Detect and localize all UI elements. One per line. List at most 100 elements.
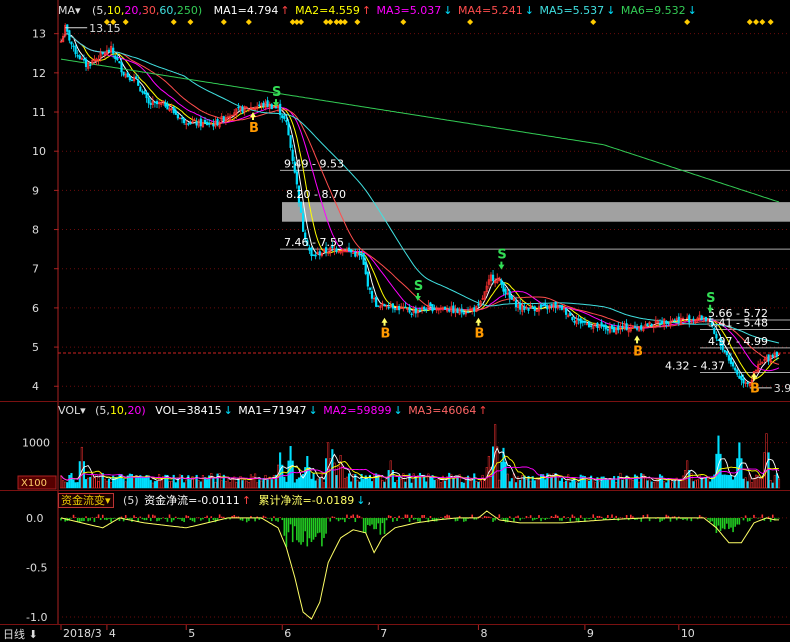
volume-bar[interactable] (245, 480, 248, 489)
candle-body[interactable] (775, 352, 779, 357)
flow-bar[interactable] (412, 517, 415, 520)
flow-bar[interactable] (185, 515, 188, 518)
volume-bar[interactable] (640, 473, 643, 489)
flow-bar[interactable] (613, 517, 615, 519)
candle-body[interactable] (172, 106, 175, 113)
volume-bar[interactable] (681, 475, 685, 489)
volume-bar[interactable] (709, 481, 712, 489)
volume-bar[interactable] (373, 473, 376, 489)
flow-bar[interactable] (730, 517, 732, 528)
volume-bar[interactable] (777, 478, 781, 489)
flow-bar[interactable] (183, 517, 185, 523)
candle-body[interactable] (143, 91, 146, 95)
volume-bar[interactable] (752, 477, 756, 489)
flow-bar[interactable] (135, 517, 137, 518)
flow-bar[interactable] (206, 515, 208, 518)
flow-bar[interactable] (444, 515, 446, 518)
volume-bar[interactable] (558, 480, 561, 489)
flow-bar[interactable] (193, 517, 196, 523)
flow-bar[interactable] (621, 517, 624, 519)
volume-bar[interactable] (677, 480, 680, 489)
flow-bar[interactable] (152, 514, 154, 518)
flow-bar[interactable] (596, 515, 599, 518)
flow-bar[interactable] (160, 517, 162, 520)
candle-body[interactable] (734, 367, 737, 371)
volume-bar[interactable] (729, 475, 733, 489)
volume-bar[interactable] (379, 475, 382, 489)
candle-body[interactable] (283, 115, 286, 119)
candle-body[interactable] (590, 325, 593, 328)
candle-body[interactable] (74, 46, 77, 55)
flow-bar[interactable] (300, 517, 302, 545)
candle-body[interactable] (504, 288, 507, 295)
flow-bar[interactable] (492, 517, 494, 522)
flow-bar[interactable] (200, 517, 202, 521)
volume-bar[interactable] (525, 478, 528, 489)
volume-bar[interactable] (648, 479, 651, 489)
volume-bar[interactable] (258, 479, 261, 489)
volume-bar[interactable] (295, 479, 298, 489)
flow-bar[interactable] (379, 517, 382, 535)
flow-bar[interactable] (488, 516, 490, 518)
flow-bar[interactable] (277, 517, 279, 522)
flow-bar[interactable] (559, 517, 561, 521)
flow-bar[interactable] (101, 514, 104, 518)
candle-body[interactable] (531, 307, 534, 309)
flow-bar[interactable] (567, 517, 569, 518)
candle-body[interactable] (404, 306, 407, 309)
flow-bar[interactable] (425, 517, 428, 519)
volume-bar[interactable] (383, 481, 386, 489)
flow-bar[interactable] (331, 516, 334, 518)
flow-bar[interactable] (711, 517, 714, 522)
flow-bar[interactable] (563, 516, 565, 518)
candle-body[interactable] (114, 55, 117, 59)
flow-bar[interactable] (588, 517, 590, 520)
candle-body[interactable] (729, 357, 733, 365)
candle-body[interactable] (550, 304, 553, 306)
volume-bar[interactable] (62, 480, 65, 489)
candle-body[interactable] (187, 123, 190, 125)
candle-body[interactable] (688, 315, 691, 323)
candle-body[interactable] (398, 306, 401, 311)
volume-bar[interactable] (694, 479, 697, 489)
flow-bar[interactable] (625, 515, 628, 518)
flow-bar[interactable] (83, 517, 85, 522)
volume-bar[interactable] (638, 481, 641, 489)
volume-bar[interactable] (356, 479, 359, 489)
candle-body[interactable] (613, 326, 616, 333)
flow-bar[interactable] (202, 517, 204, 520)
candle-body[interactable] (606, 328, 609, 331)
flow-bar[interactable] (141, 517, 144, 520)
flow-bar[interactable] (218, 514, 221, 518)
volume-bar[interactable] (613, 476, 616, 489)
candle-body[interactable] (736, 369, 739, 375)
flow-bar[interactable] (87, 517, 89, 522)
flow-bar[interactable] (646, 514, 649, 518)
flow-bar[interactable] (736, 517, 739, 525)
candle-body[interactable] (383, 304, 386, 307)
volume-bar[interactable] (197, 480, 200, 489)
candle-body[interactable] (310, 247, 313, 257)
flow-bar[interactable] (500, 517, 503, 519)
volume-bar[interactable] (567, 474, 570, 489)
flow-bar[interactable] (279, 517, 281, 518)
volume-bar[interactable] (87, 477, 90, 489)
flow-bar[interactable] (70, 517, 73, 519)
flow-bar[interactable] (511, 517, 513, 519)
volume-layer[interactable] (59, 424, 781, 489)
flow-bar[interactable] (609, 517, 611, 519)
flow-bar[interactable] (147, 514, 150, 518)
volume-bar[interactable] (395, 480, 399, 489)
candle-body[interactable] (208, 122, 211, 125)
candle-body[interactable] (433, 308, 436, 310)
candle-body[interactable] (130, 79, 134, 82)
flow-bar[interactable] (540, 517, 542, 522)
flow-bar[interactable] (630, 514, 632, 518)
volume-bar[interactable] (577, 482, 580, 489)
volume-bar[interactable] (103, 478, 106, 489)
volume-bar[interactable] (170, 480, 173, 489)
candle-body[interactable] (658, 323, 662, 325)
flow-bar[interactable] (362, 517, 365, 533)
candle-body[interactable] (82, 59, 86, 61)
flow-bar[interactable] (187, 515, 190, 518)
